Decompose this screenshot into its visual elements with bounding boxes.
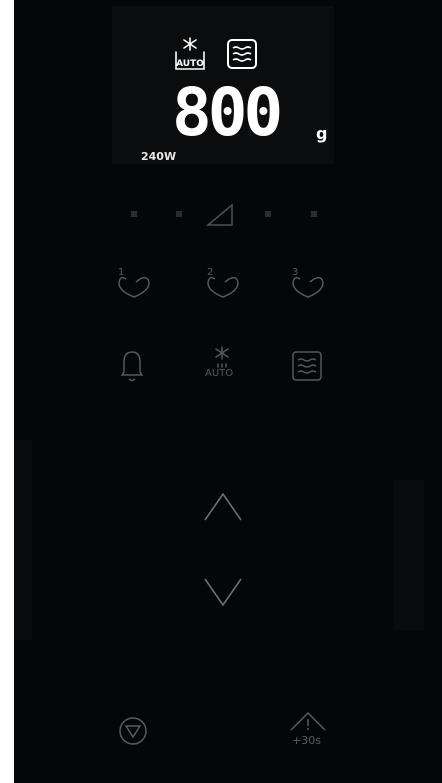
level-button[interactable] [205,202,235,228]
auto-badge-text: AUTO [176,59,204,69]
auto-defrost-icon [215,346,229,368]
level-dot [311,211,317,217]
memory-button-2[interactable]: 2 [205,267,241,301]
level-dot [131,211,137,217]
panel-edge-left [14,440,32,640]
memory-number: 1 [118,267,125,278]
time-add-label: +30s [292,734,321,747]
chevron-up-icon [204,492,242,521]
auto-defrost-button[interactable]: AUTO [205,344,239,384]
weight-unit: g [316,124,328,143]
weight-readout: 800 [172,80,312,140]
start-button[interactable]: +30s [288,710,328,756]
chevron-down-icon [204,578,242,607]
panel-edge-right [394,480,424,630]
stop-button[interactable] [117,715,149,747]
increase-button[interactable] [201,490,245,524]
grill-indicator-icon [226,38,258,70]
stop-icon [119,717,147,745]
grill-icon [292,351,322,381]
bell-icon [120,351,144,382]
start-icon [290,711,326,731]
timer-button[interactable] [117,347,147,385]
memory-button-1[interactable]: 1 [116,267,152,301]
decrease-button[interactable] [201,575,245,609]
level-dot [176,211,182,217]
grill-button[interactable] [290,349,324,383]
memory-button-3[interactable]: 3 [290,267,326,301]
power-level: 240W [141,150,177,163]
level-dot [265,211,271,217]
memory-number: 2 [207,267,214,278]
auto-button-text: AUTO [205,368,234,379]
level-ramp-icon [205,203,233,226]
weight-value: 800 [172,80,279,140]
auto-defrost-indicator-icon: AUTO [173,36,207,72]
memory-number: 3 [292,267,299,278]
